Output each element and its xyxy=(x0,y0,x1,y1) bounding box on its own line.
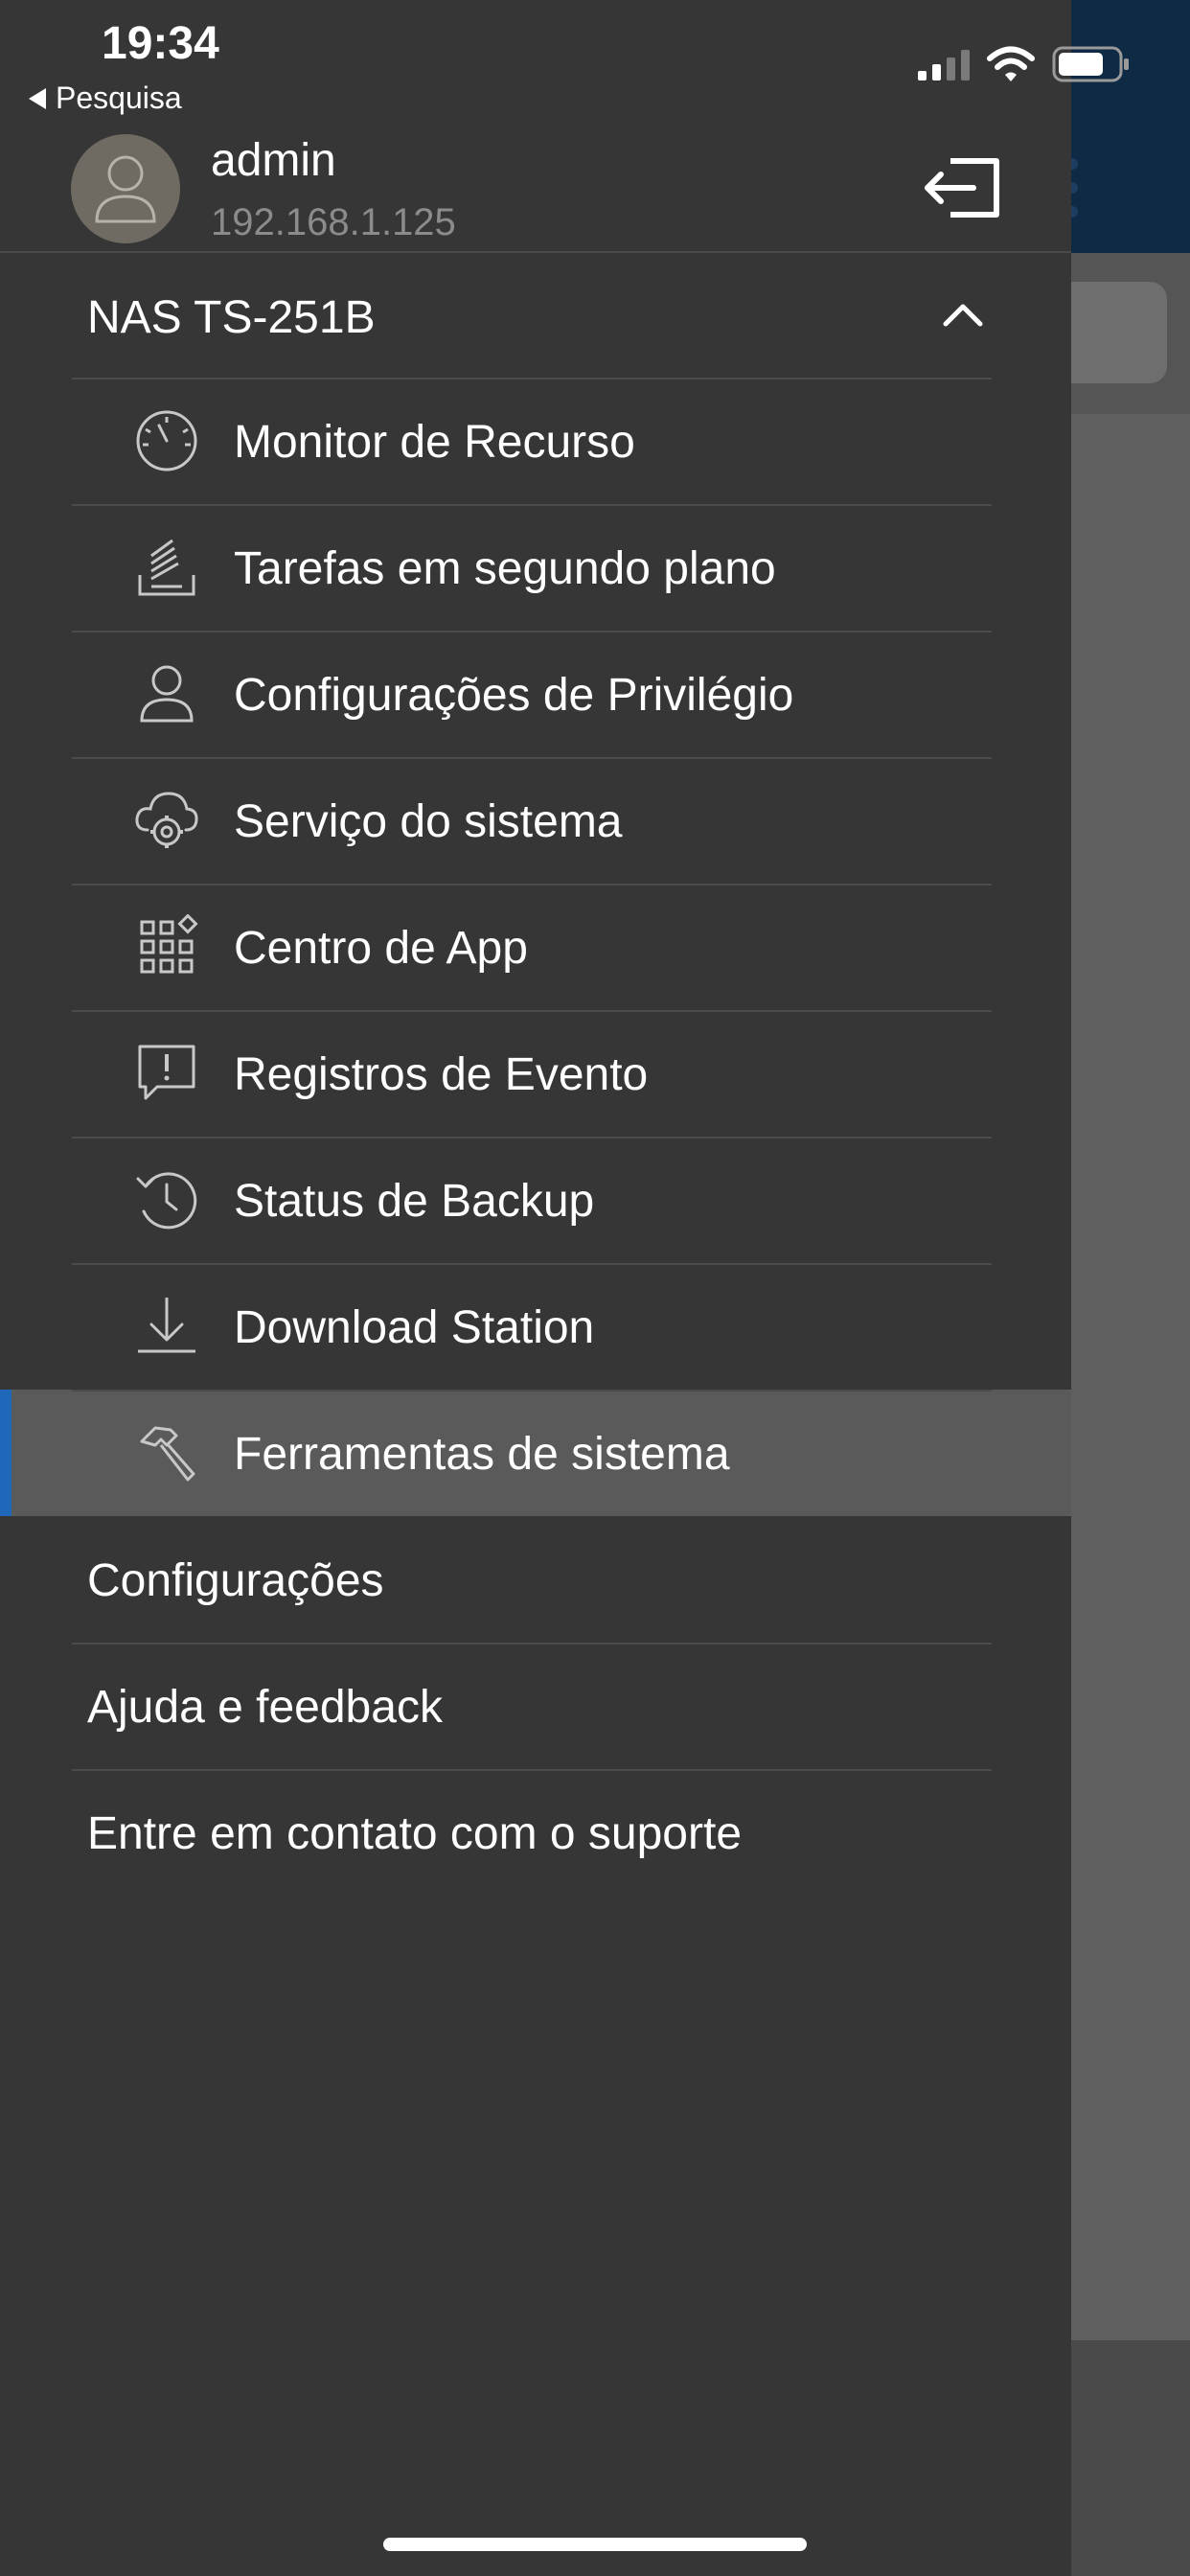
user-icon xyxy=(140,665,194,723)
device-menu: Monitor de Recurso Tarefas em segundo pl… xyxy=(0,378,1071,1516)
menu-item-help-feedback[interactable]: Ajuda e feedback xyxy=(0,1643,1071,1769)
user-avatar-icon xyxy=(95,155,156,223)
menu-item-download-station[interactable]: Download Station xyxy=(0,1263,1071,1390)
back-arrow-icon xyxy=(29,87,46,109)
menu-item-system-service[interactable]: Serviço do sistema xyxy=(0,757,1071,884)
menu-item-label: Serviço do sistema xyxy=(234,796,623,847)
background-search-field xyxy=(1071,282,1167,383)
user-avatar[interactable] xyxy=(71,134,180,243)
app-grid-icon xyxy=(140,914,198,974)
menu-item-system-tools[interactable]: Ferramentas de sistema xyxy=(0,1390,1071,1516)
background-footer xyxy=(1071,2340,1190,2576)
back-label: Pesquisa xyxy=(56,80,182,115)
menu-item-background-tasks[interactable]: Tarefas em segundo plano xyxy=(0,504,1071,631)
user-name: admin xyxy=(211,135,336,186)
menu-item-label: Registros de Evento xyxy=(234,1049,649,1100)
navigation-drawer: 19:34 Pesquisa admin 192.168.1.125 NAS T… xyxy=(0,0,1129,2576)
menu-item-label: Ajuda e feedback xyxy=(87,1682,443,1733)
menu-item-settings[interactable]: Configurações xyxy=(0,1516,1071,1643)
cloud-gear-icon xyxy=(135,792,198,848)
menu-item-label: Monitor de Recurso xyxy=(234,417,635,468)
menu-item-label: Entre em contato com o suporte xyxy=(87,1808,743,1859)
battery-icon xyxy=(1052,46,1129,82)
cellular-signal-icon xyxy=(918,50,970,80)
menu-item-backup-status[interactable]: Status de Backup xyxy=(0,1137,1071,1263)
back-to-search-link[interactable]: Pesquisa xyxy=(29,80,182,116)
background-content xyxy=(1071,414,1190,2340)
chevron-up-icon[interactable] xyxy=(941,299,985,330)
tasks-icon xyxy=(138,539,195,596)
menu-item-privilege-settings[interactable]: Configurações de Privilégio xyxy=(0,631,1071,757)
status-time: 19:34 xyxy=(102,18,219,69)
menu-item-label: Configurações xyxy=(87,1555,384,1606)
menu-item-label: Download Station xyxy=(234,1302,595,1353)
home-indicator[interactable] xyxy=(383,2538,807,2551)
background-app-header xyxy=(1071,0,1190,253)
menu-item-label: Ferramentas de sistema xyxy=(234,1429,730,1480)
menu-item-label: Status de Backup xyxy=(234,1176,595,1227)
logout-icon[interactable] xyxy=(922,155,1002,220)
menu-item-label: Centro de App xyxy=(234,923,528,974)
wifi-icon xyxy=(987,46,1035,81)
alert-message-icon xyxy=(138,1045,195,1100)
general-menu: Configurações Ajuda e feedback Entre em … xyxy=(0,1516,1071,1896)
menu-item-resource-monitor[interactable]: Monitor de Recurso xyxy=(0,378,1071,504)
menu-item-label: Configurações de Privilégio xyxy=(234,670,794,721)
device-section-header[interactable]: NAS TS-251B xyxy=(0,253,1071,378)
device-name: NAS TS-251B xyxy=(87,292,376,343)
backup-clock-icon xyxy=(136,1172,197,1230)
gauge-icon xyxy=(136,410,197,472)
menu-item-contact-support[interactable]: Entre em contato com o suporte xyxy=(0,1769,1071,1896)
menu-item-label: Tarefas em segundo plano xyxy=(234,543,776,594)
menu-item-event-logs[interactable]: Registros de Evento xyxy=(0,1010,1071,1137)
download-icon xyxy=(138,1298,195,1353)
user-ip-address: 192.168.1.125 xyxy=(211,201,456,243)
hammer-icon xyxy=(140,1426,195,1482)
menu-item-app-center[interactable]: Centro de App xyxy=(0,884,1071,1010)
